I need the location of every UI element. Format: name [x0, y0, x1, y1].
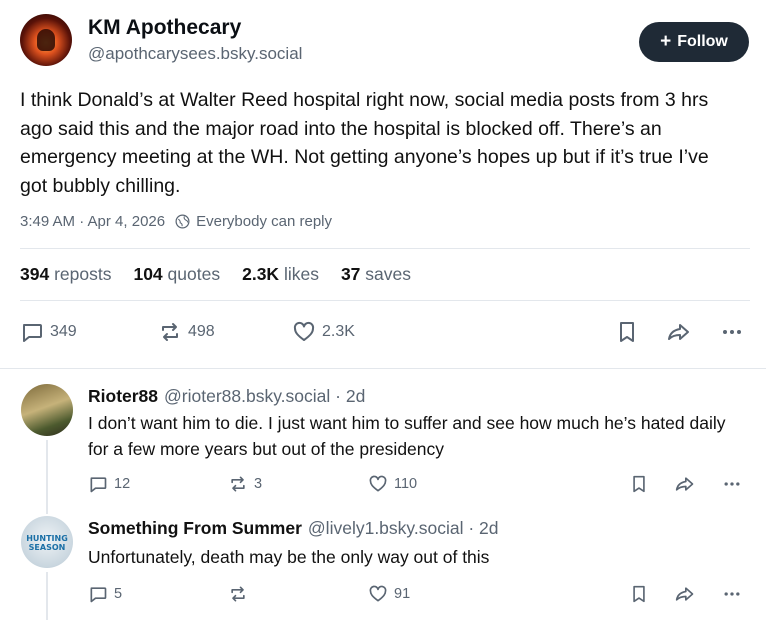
stat-saves[interactable]: 37 saves — [341, 264, 411, 285]
bookmark-button[interactable] — [630, 584, 654, 604]
bookmark-button[interactable] — [630, 474, 654, 494]
bookmark-button[interactable] — [616, 320, 644, 344]
author-handle[interactable]: @apothcarysees.bsky.social — [88, 44, 302, 64]
more-icon — [724, 592, 740, 596]
bookmark-icon — [633, 585, 645, 603]
reply-button[interactable]: 349 — [20, 320, 77, 344]
follow-button[interactable]: + Follow — [639, 22, 749, 62]
share-icon — [675, 477, 694, 491]
reply-setting: Everybody can reply — [196, 213, 332, 230]
stat-reposts-count: 394 — [20, 264, 50, 284]
more-icon — [723, 330, 741, 334]
repost-icon — [162, 323, 178, 341]
like-count: 2.3K — [322, 323, 355, 340]
like-icon — [369, 585, 387, 602]
thread-view: KM Apothecary @apothcarysees.bsky.social… — [0, 0, 766, 620]
avatar-text: HUNTING SEASON — [26, 534, 68, 552]
divider — [20, 248, 750, 249]
reply-text: I don’t want him to die. I just want him… — [88, 413, 726, 459]
reply-actions: 5 91 — [88, 584, 746, 606]
reply-avatar[interactable]: HUNTING SEASON — [21, 516, 73, 568]
like-button[interactable]: 110 — [368, 474, 417, 494]
stat-likes-label: likes — [283, 264, 319, 284]
stat-quotes[interactable]: 104 quotes — [133, 264, 220, 285]
more-button[interactable] — [722, 584, 748, 604]
post-meta: 3:49 AM · Apr 4, 2026 Everybody can repl… — [20, 213, 332, 230]
reply-count: 349 — [50, 323, 77, 340]
like-count: 110 — [394, 476, 418, 492]
post-timestamp[interactable]: 3:49 AM · Apr 4, 2026 — [20, 213, 165, 230]
reply-avatar[interactable] — [21, 384, 73, 436]
reply-count: 5 — [114, 586, 123, 602]
reply-author-name[interactable]: Something From Summer — [88, 518, 302, 539]
post-stats: 394 reposts 104 quotes 2.3K likes 37 sav… — [20, 264, 433, 285]
reply-button[interactable]: 5 — [88, 584, 122, 604]
post-text: I think Donald’s at Walter Reed hospital… — [20, 89, 709, 197]
stat-saves-label: saves — [365, 264, 412, 284]
reply-icon — [90, 477, 107, 493]
stat-likes[interactable]: 2.3K likes — [242, 264, 319, 285]
repost-button[interactable]: 498 — [158, 320, 215, 344]
reply-author-handle[interactable]: @lively1.bsky.social · 2d — [308, 518, 499, 539]
globe-icon — [175, 214, 190, 229]
more-icon — [724, 482, 740, 486]
bookmark-icon — [633, 475, 645, 493]
author-name[interactable]: KM Apothecary — [88, 16, 241, 40]
more-button[interactable] — [722, 474, 748, 494]
stat-reposts[interactable]: 394 reposts — [20, 264, 111, 285]
stat-quotes-count: 104 — [133, 264, 163, 284]
reply-author-name[interactable]: Rioter88 — [88, 386, 158, 407]
share-icon — [675, 587, 694, 601]
share-icon — [668, 324, 689, 340]
reply-button[interactable]: 12 — [88, 474, 130, 494]
bookmark-icon — [620, 322, 634, 342]
share-button[interactable] — [674, 474, 702, 494]
follow-label: Follow — [677, 33, 728, 50]
divider — [20, 300, 750, 301]
repost-icon — [231, 476, 245, 492]
thread-line — [46, 572, 48, 620]
stat-saves-count: 37 — [340, 264, 361, 284]
share-button[interactable] — [666, 320, 698, 344]
thread-line — [46, 502, 48, 514]
like-icon — [293, 321, 315, 341]
reply-actions: 12 3 110 — [88, 474, 746, 496]
thread-line — [46, 440, 48, 502]
reply-author-handle[interactable]: @rioter88.bsky.social · 2d — [164, 386, 365, 407]
like-button[interactable]: 2.3K — [292, 320, 355, 344]
repost-count: 498 — [188, 323, 215, 340]
author-avatar[interactable] — [20, 14, 72, 66]
stat-quotes-label: quotes — [167, 264, 221, 284]
stat-likes-count: 2.3K — [242, 264, 280, 284]
repost-button[interactable] — [228, 584, 254, 604]
reply-text: Unfortunately, death may be the only way… — [88, 547, 490, 567]
like-button[interactable]: 91 — [368, 584, 410, 604]
reply-icon — [90, 587, 107, 603]
repost-icon — [231, 586, 245, 602]
plus-icon: + — [660, 31, 672, 52]
reply-icon — [23, 324, 42, 342]
avatar-skull — [37, 29, 55, 51]
reply-header: Something From Summer @lively1.bsky.soci… — [88, 518, 498, 539]
reply-separator — [0, 368, 766, 369]
share-button[interactable] — [674, 584, 702, 604]
like-count: 91 — [394, 586, 411, 602]
like-icon — [369, 475, 387, 492]
repost-button[interactable]: 3 — [228, 474, 262, 494]
post-actions: 349 498 2.3K — [20, 320, 746, 346]
reply-header: Rioter88 @rioter88.bsky.social · 2d — [88, 386, 365, 407]
more-button[interactable] — [720, 320, 750, 344]
repost-count: 3 — [254, 476, 263, 492]
stat-reposts-label: reposts — [54, 264, 112, 284]
reply-count: 12 — [114, 476, 131, 492]
